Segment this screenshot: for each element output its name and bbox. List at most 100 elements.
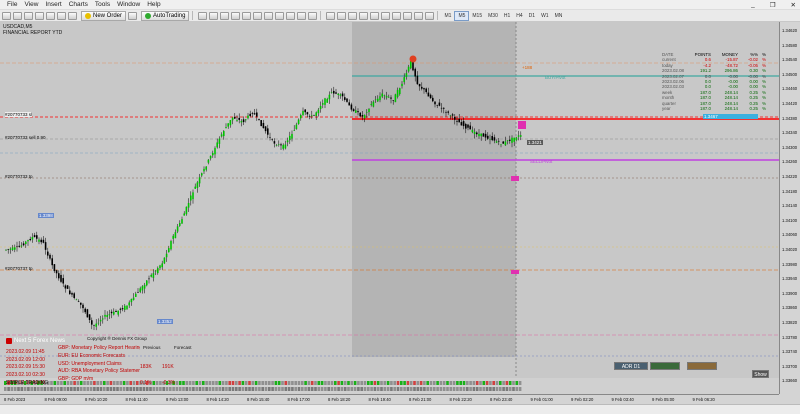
bear-candle <box>49 254 51 259</box>
autotrading-button[interactable]: AutoTrading <box>141 10 190 21</box>
news-row[interactable]: 2023.02.09 11:45GBP: Monetary Policy Rep… <box>6 345 216 355</box>
tf-h1[interactable]: H1 <box>501 12 513 20</box>
bear-candle <box>242 119 245 123</box>
indicator-chip-1[interactable] <box>650 362 680 370</box>
tf-m5[interactable]: M5 <box>454 10 470 21</box>
indicator-bar <box>291 387 294 391</box>
line-chart-icon[interactable] <box>220 11 230 20</box>
time-axis[interactable]: 8 Feb 2023 8 Feb 09:00 8 Feb 10:20 8 Feb 11… <box>0 394 779 404</box>
menu-help[interactable]: Help <box>147 1 160 8</box>
price-axis[interactable]: 1.34620 1.34580 1.34540 1.34500 1.34460 1.344… <box>779 22 800 394</box>
indicator-bar <box>508 387 512 391</box>
indicator-bar <box>479 387 482 391</box>
tf-w1[interactable]: W1 <box>538 12 552 20</box>
price-chart[interactable]: USDCAD,M5 FINANCIAL REPORT YTD BUY/Pivot… <box>0 22 779 394</box>
indicator-bar <box>479 381 482 385</box>
close-icon[interactable]: ✕ <box>791 1 796 9</box>
period-icon[interactable] <box>297 11 307 20</box>
price-tick: 1.34500 <box>782 71 798 77</box>
arrows-icon[interactable] <box>425 11 435 20</box>
bear-candle <box>458 118 460 123</box>
menu-file[interactable]: File <box>7 1 17 8</box>
text-icon[interactable] <box>403 11 413 20</box>
indicator-bar <box>192 387 195 391</box>
bull-candle <box>317 109 320 114</box>
restore-icon[interactable]: ❐ <box>770 1 776 9</box>
indicator-bar <box>248 381 251 385</box>
zoom-out-icon[interactable] <box>242 11 252 20</box>
bull-candle <box>95 323 97 327</box>
stats-row: year 187.0 248.14 0.25% <box>662 106 779 111</box>
tile-icon[interactable] <box>253 11 263 20</box>
tf-m30[interactable]: M30 <box>485 12 501 20</box>
adr-button[interactable]: ADR D1 <box>614 362 648 370</box>
indicator-bar <box>251 387 255 391</box>
tf-mn[interactable]: MN <box>552 12 566 20</box>
profiles-icon[interactable] <box>13 11 22 20</box>
bear-candle <box>7 249 9 250</box>
price-tick: 1.34340 <box>782 130 798 136</box>
menu-insert[interactable]: Insert <box>45 1 61 8</box>
candlestick-icon[interactable] <box>209 11 219 20</box>
order-tag-tp2[interactable]: #20770737 tp <box>5 266 33 271</box>
crosshair-icon[interactable] <box>337 11 347 20</box>
show-button[interactable]: Show <box>752 370 769 378</box>
news-row[interactable]: 2023.02.09 12:00EUR: EU Economic Forecas… <box>6 353 216 363</box>
menu-window[interactable]: Window <box>117 1 140 8</box>
minimize-icon[interactable]: _ <box>751 1 755 9</box>
cursor-icon[interactable] <box>326 11 336 20</box>
indicator-bar <box>446 381 449 385</box>
indicator-chip-2[interactable] <box>687 362 717 370</box>
bear-candle <box>432 97 434 102</box>
time-tick: 8 Feb 14:20 <box>206 397 229 402</box>
order-tag-tp[interactable]: #20770733 tp <box>5 174 33 179</box>
metaeditor-icon[interactable] <box>128 11 138 20</box>
fibo-icon[interactable] <box>392 11 402 20</box>
new-order-button[interactable]: New Order <box>81 10 127 21</box>
autoscroll-icon[interactable] <box>264 11 274 20</box>
bear-candle <box>335 92 337 94</box>
news-icon <box>6 337 12 344</box>
label-icon[interactable] <box>414 11 424 20</box>
menu-charts[interactable]: Charts <box>69 1 88 8</box>
channel-icon[interactable] <box>381 11 391 20</box>
indicator-bar <box>294 381 297 385</box>
tester-icon[interactable] <box>68 11 77 20</box>
bar-chart-icon[interactable] <box>198 11 208 20</box>
news-row[interactable]: 2023.02.09 15:30USD: Unemployment Claims… <box>6 361 216 371</box>
bull-candle <box>108 314 111 316</box>
indicator-bar <box>307 387 311 391</box>
navigator-icon[interactable] <box>46 11 55 20</box>
indicator-bar <box>235 387 238 391</box>
bull-candle <box>407 66 410 72</box>
bull-candle <box>339 94 342 96</box>
level-box[interactable]: 1.3467 <box>703 114 758 119</box>
bull-candle <box>102 318 104 320</box>
zoom-in-icon[interactable] <box>231 11 241 20</box>
templates-icon[interactable] <box>308 11 318 20</box>
order-tag-sl[interactable]: #20770733 sl <box>5 112 33 117</box>
bull-candle <box>130 298 133 303</box>
horizontal-line-icon[interactable] <box>359 11 369 20</box>
menu-view[interactable]: View <box>24 1 38 8</box>
market-watch-icon[interactable] <box>24 11 33 20</box>
bull-candle <box>176 226 179 232</box>
vertical-line-icon[interactable] <box>348 11 358 20</box>
order-tag-sell[interactable]: #20770733 sell 0.90 <box>5 135 46 140</box>
chart-shift-icon[interactable] <box>275 11 285 20</box>
bull-candle <box>504 141 507 146</box>
menu-tools[interactable]: Tools <box>95 1 110 8</box>
bull-candle <box>128 302 130 306</box>
tf-d1[interactable]: D1 <box>526 12 538 20</box>
bull-candle <box>495 141 498 143</box>
bear-candle <box>258 118 260 120</box>
terminal-icon[interactable] <box>57 11 66 20</box>
tf-h4[interactable]: H4 <box>513 12 525 20</box>
new-chart-icon[interactable] <box>2 11 11 20</box>
tf-m1[interactable]: M1 <box>441 12 454 20</box>
data-window-icon[interactable] <box>35 11 44 20</box>
tf-m15[interactable]: M15 <box>469 12 485 20</box>
indicators-icon[interactable] <box>286 11 296 20</box>
trendline-icon[interactable] <box>370 11 380 20</box>
news-row[interactable]: 2023.02.10 02:30AUD: RBA Monetary Policy… <box>6 368 216 378</box>
